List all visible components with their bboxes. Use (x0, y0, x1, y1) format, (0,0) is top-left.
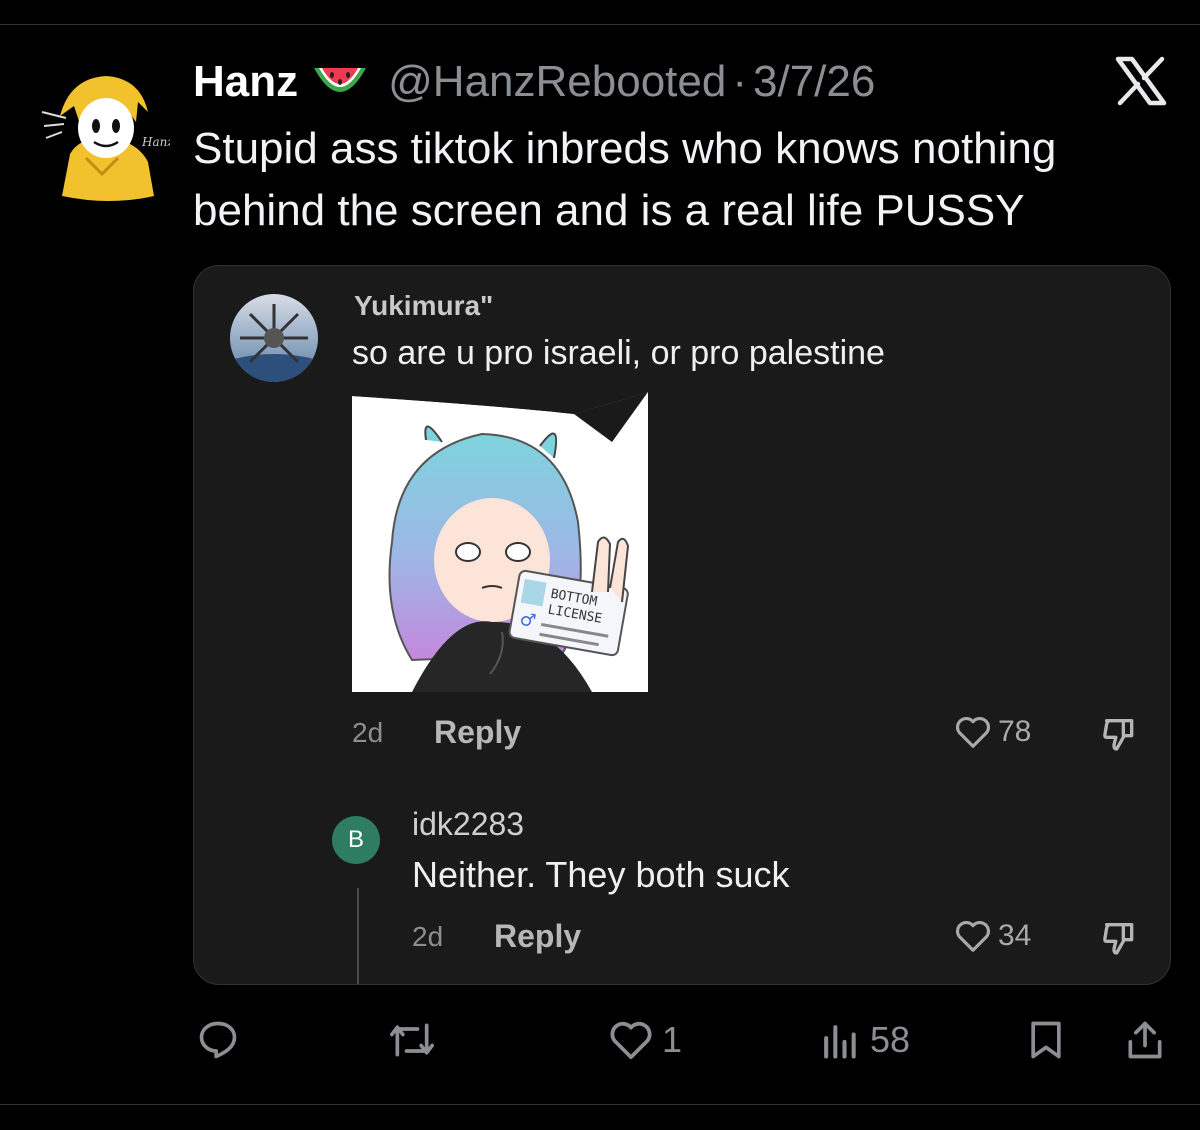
reply-meta: 2d Reply (412, 918, 581, 955)
reply-action[interactable] (195, 1016, 241, 1064)
comment-like-count: 78 (998, 715, 1032, 748)
heart-icon (956, 920, 990, 952)
comment-age: 2d (352, 716, 384, 748)
thread-line (357, 888, 359, 984)
x-logo-icon[interactable] (1114, 56, 1168, 106)
reply-age: 2d (412, 920, 444, 952)
comment-like-button[interactable]: 78 (954, 714, 1031, 750)
header-separator: · (732, 57, 747, 106)
post-date[interactable]: 3/7/26 (753, 57, 875, 107)
bookmark-action[interactable] (1024, 1016, 1068, 1064)
views-icon (824, 1025, 856, 1059)
commenter-username: Yukimura" (354, 290, 494, 321)
like-count: 1 (662, 1019, 683, 1060)
tweet-text: Stupid ass tiktok inbreds who knows noth… (193, 124, 1057, 235)
comment-sticker-image: BOTTOM LICENSE ♂ (352, 392, 650, 692)
share-action[interactable] (1122, 1016, 1168, 1064)
tweet-header: Hanz @HanzRebooted · 3/7/26 (193, 56, 875, 108)
heart-icon (956, 716, 990, 748)
thumbs-down-icon[interactable] (1099, 714, 1141, 754)
view-count: 58 (870, 1019, 911, 1060)
comment-meta: 2d Reply (352, 714, 521, 751)
repost-icon (390, 1023, 434, 1057)
avatar-signature: Hanz (141, 135, 170, 149)
comment-reply-button[interactable]: Reply (434, 714, 521, 751)
like-action[interactable]: 1 (608, 1016, 682, 1064)
handle[interactable]: @HanzRebooted (388, 57, 726, 107)
views-action[interactable]: 58 (816, 1016, 910, 1064)
author-avatar[interactable]: Hanz (40, 66, 170, 202)
reply-avatar: B (332, 816, 380, 864)
repost-action[interactable] (385, 1016, 439, 1064)
heart-icon (610, 1021, 652, 1060)
comment-icon (199, 1021, 237, 1059)
top-divider (0, 24, 1200, 25)
thumbs-down-icon[interactable] (1099, 918, 1141, 958)
reply-username: idk2283 (412, 806, 525, 842)
reply-like-count: 34 (998, 919, 1032, 952)
bookmark-icon (1031, 1021, 1061, 1059)
reply-text: Neither. They both suck (412, 854, 790, 895)
watermelon-emoji-icon (314, 68, 367, 92)
reply-like-button[interactable]: 34 (954, 918, 1031, 954)
reply-reply-button[interactable]: Reply (494, 918, 581, 955)
bottom-divider (0, 1104, 1200, 1105)
share-icon (1128, 1021, 1162, 1059)
commenter-avatar (230, 294, 318, 382)
display-name[interactable]: Hanz (193, 57, 298, 107)
comment-text: so are u pro israeli, or pro palestine (352, 334, 885, 372)
attached-image-card[interactable]: Yukimura" so are u pro israeli, or pro p… (193, 265, 1171, 985)
